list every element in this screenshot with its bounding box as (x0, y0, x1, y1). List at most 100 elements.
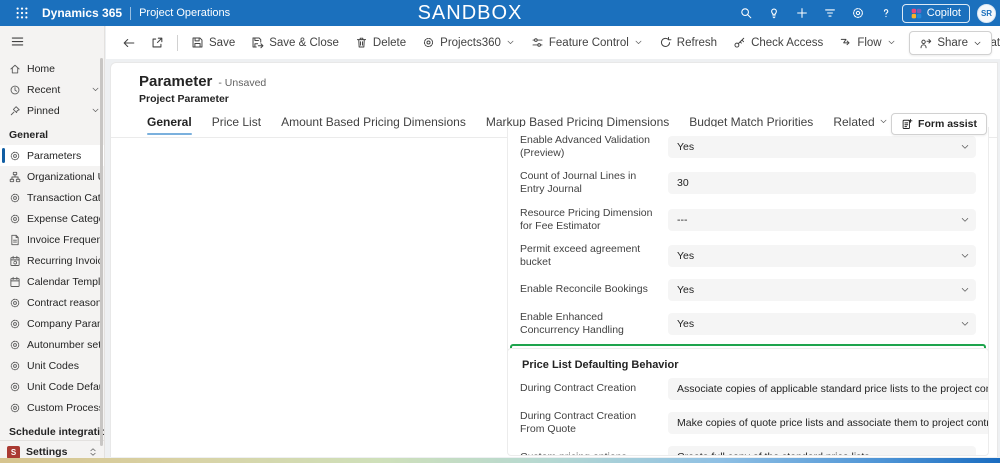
form-section-price-list-defaulting: Price List Defaulting Behavior During Co… (507, 348, 989, 456)
back-button[interactable] (116, 31, 142, 55)
app-title[interactable]: Dynamics 365 (42, 6, 122, 20)
command-label: Save & Close (269, 37, 339, 49)
command-feature-control[interactable]: Feature Control (523, 31, 651, 55)
sidebar-item-invoice-frequencies[interactable]: Invoice Frequencies (0, 229, 104, 250)
chevron-up-down-icon (88, 447, 98, 457)
add-button[interactable] (790, 2, 814, 24)
sidebar-item-organizational-un[interactable]: Organizational Un... (0, 166, 104, 187)
settings-icon (9, 150, 21, 162)
app-launcher-waffle-icon[interactable] (10, 2, 34, 24)
field-label: Enable Advanced Validation (Preview) (520, 134, 658, 160)
record-title: Parameter (139, 73, 212, 90)
tab-general[interactable]: General (139, 113, 200, 137)
form-row: Enable Enhanced Concurrency Handling Yes (520, 306, 976, 342)
sidebar-item-company-parame[interactable]: Company Parame... (0, 313, 104, 334)
command-bar: Save Save & Close DeleteProjects360Feature… (106, 26, 1000, 59)
user-avatar[interactable]: SR (977, 4, 996, 23)
field-label: Enable Reconcile Bookings (520, 283, 658, 296)
sidebar-item-label: Parameters (27, 150, 100, 162)
command-flow[interactable]: Flow (831, 31, 903, 55)
chevron-down-icon (634, 38, 643, 47)
bottom-edge-gradient (0, 458, 1000, 463)
field-control-enable-reconcile-bookings[interactable]: Yes (668, 279, 976, 301)
chevron-down-icon (960, 142, 970, 152)
help-icon (879, 6, 893, 20)
command-save[interactable]: Save (183, 31, 243, 55)
recent-icon (9, 84, 21, 96)
save-close-icon (251, 36, 264, 49)
tab-price-list[interactable]: Price List (204, 113, 269, 137)
sidebar-item-home[interactable]: Home (0, 58, 104, 79)
settings-icon (9, 402, 21, 414)
sidebar-item-label: Expense Categories (27, 213, 100, 225)
sidebar-item-label: Calendar Templates (27, 276, 100, 288)
field-control-custom-pricing-options[interactable]: Create full copy of the standard price l… (668, 446, 976, 456)
command-check-access[interactable]: Check Access (725, 31, 831, 55)
sidebar-item-parameters[interactable]: Parameters (0, 145, 104, 166)
sidebar-item-expense-categories[interactable]: Expense Categories (0, 208, 104, 229)
field-control-resource-pricing-dimension-for-fee-estimator[interactable]: --- (668, 209, 976, 231)
add-icon (795, 6, 809, 20)
sidebar-item-label: Contract reason c... (27, 297, 100, 309)
open-in-new-window-button[interactable] (144, 31, 170, 55)
settings-button[interactable] (846, 2, 870, 24)
sidebar-item-pinned[interactable]: Pinned (0, 100, 104, 121)
sidebar-item-calendar-templates[interactable]: Calendar Templates (0, 271, 104, 292)
field-value: Yes (677, 284, 694, 296)
sidebar-item-contract-reason-c[interactable]: Contract reason c... (0, 292, 104, 313)
app-area-label[interactable]: Project Operations (139, 7, 230, 19)
field-control-enable-enhanced-concurrency-handling[interactable]: Yes (668, 313, 976, 335)
field-control-count-of-journal-lines-in-entry-journal[interactable]: 30 (668, 172, 976, 194)
site-map-sidebar: HomeRecentPinnedGeneralParametersOrganiz… (0, 26, 105, 463)
share-button[interactable]: Share (909, 31, 992, 55)
command-refresh[interactable]: Refresh (651, 31, 725, 55)
sidebar-item-recent[interactable]: Recent (0, 79, 104, 100)
lightbulb-button[interactable] (762, 2, 786, 24)
field-label: Enable Enhanced Concurrency Handling (520, 311, 658, 337)
top-navigation-bar: Dynamics 365 Project Operations SANDBOX … (0, 0, 1000, 26)
field-label: During Contract Creation From Quote (520, 410, 658, 436)
copilot-button[interactable]: Copilot (902, 4, 970, 23)
settings-icon (9, 213, 21, 225)
form-row: Permit exceed agreement bucketYes (520, 238, 976, 274)
command-save-close[interactable]: Save & Close (243, 31, 347, 55)
sidebar-item-autonumber-setti[interactable]: Autonumber setti... (0, 334, 104, 355)
collapse-sitemap-button[interactable] (0, 26, 104, 58)
filter-button[interactable] (818, 2, 842, 24)
command-projects360[interactable]: Projects360 (414, 31, 523, 55)
sidebar-scrollbar[interactable] (100, 58, 104, 446)
sidebar-item-custom-process-e[interactable]: Custom Process E... (0, 397, 104, 418)
sidebar-item-unit-codes[interactable]: Unit Codes (0, 355, 104, 376)
sidebar-item-label: Company Parame... (27, 318, 100, 330)
tab-amount-based-pricing-dimensions[interactable]: Amount Based Pricing Dimensions (273, 113, 474, 137)
field-control-during-contract-creation-from-quote[interactable]: Make copies of quote price lists and ass… (668, 412, 989, 434)
topbar-divider (130, 7, 131, 20)
command-label: Save (209, 37, 235, 49)
chevron-down-icon (960, 215, 970, 225)
sidebar-item-transaction-categ[interactable]: Transaction Categ... (0, 187, 104, 208)
tab-label: Amount Based Pricing Dimensions (281, 115, 466, 129)
sidebar-item-label: Custom Process E... (27, 402, 100, 414)
topbar-left: Dynamics 365 Project Operations (0, 2, 230, 24)
help-button[interactable] (874, 2, 898, 24)
field-label: Custom pricing options (520, 451, 658, 456)
field-control-enable-advanced-validation-preview-[interactable]: Yes (668, 136, 976, 158)
command-delete[interactable]: Delete (347, 31, 414, 55)
search-button[interactable] (734, 2, 758, 24)
pinned-icon (9, 105, 21, 117)
form-row: Custom pricing options Create full copy o… (520, 441, 976, 456)
feature-control-icon (531, 36, 544, 49)
copilot-logo-icon (911, 8, 922, 19)
chevron-down-icon (960, 452, 970, 456)
chevron-down-icon (91, 106, 100, 115)
sidebar-item-recurring-invoice[interactable]: Recurring Invoice ... (0, 250, 104, 271)
document-icon (9, 234, 21, 246)
field-value: Associate copies of applicable standard … (677, 383, 989, 395)
sidebar-item-label: Recurring Invoice ... (27, 255, 100, 267)
field-control-permit-exceed-agreement-bucket[interactable]: Yes (668, 245, 976, 267)
home-icon (9, 63, 21, 75)
field-control-during-contract-creation[interactable]: Associate copies of applicable standard … (668, 378, 989, 400)
sidebar-item-unit-code-default[interactable]: Unit Code Default... (0, 376, 104, 397)
sidebar-item-label: Transaction Categ... (27, 192, 100, 204)
form-assist-button[interactable]: Form assist (891, 113, 987, 135)
